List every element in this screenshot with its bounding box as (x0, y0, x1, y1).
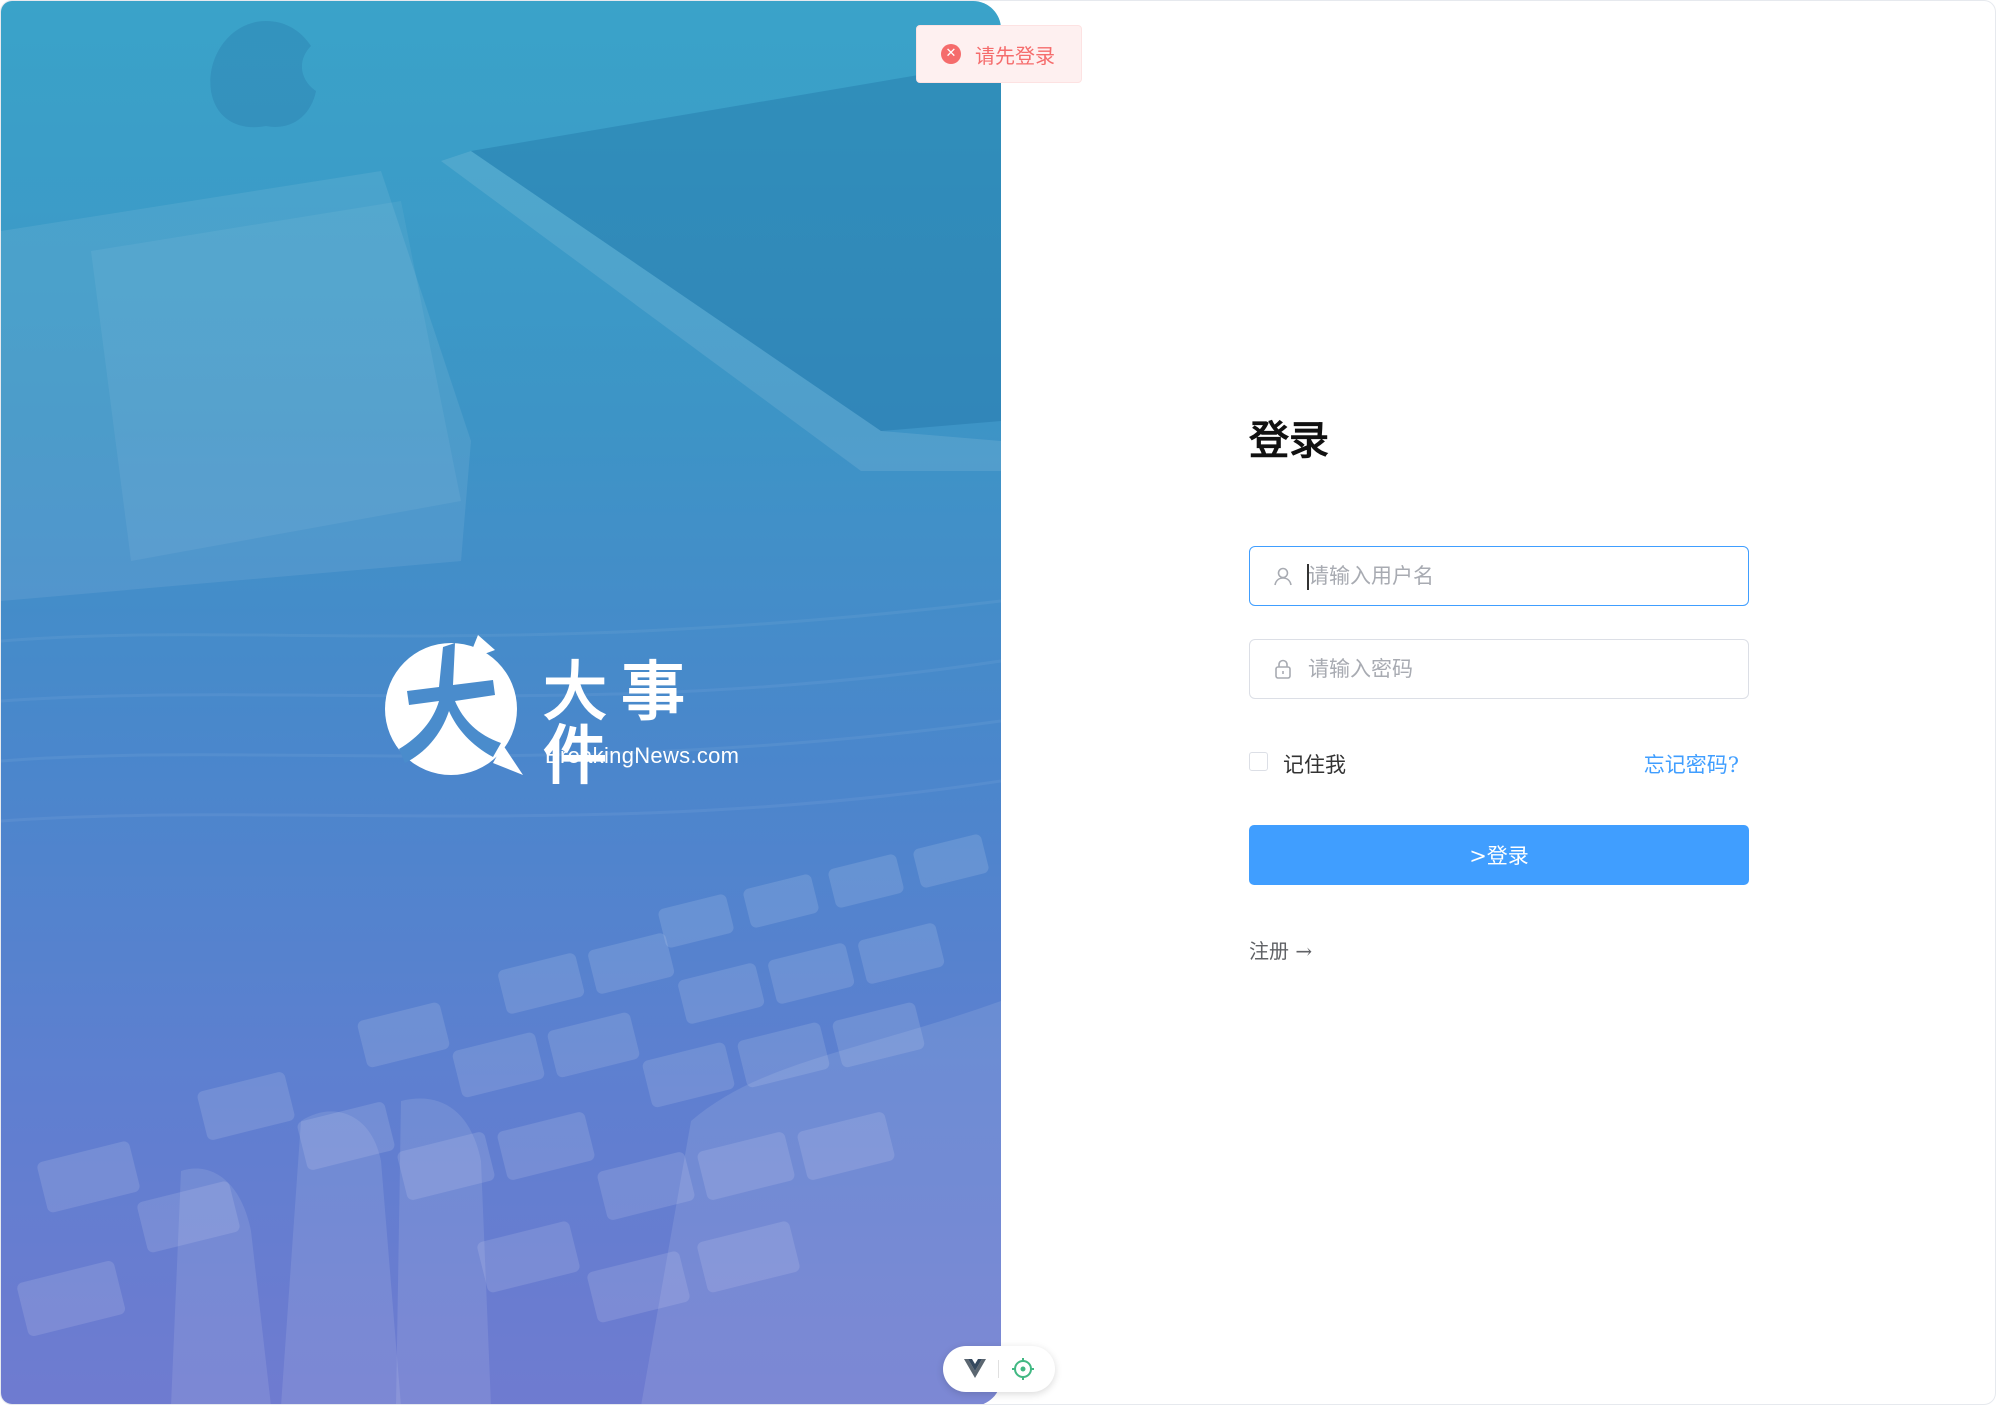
error-circle-icon: ✕ (941, 44, 961, 64)
username-field[interactable] (1249, 546, 1749, 606)
password-input[interactable] (1308, 657, 1748, 681)
forgot-password-link[interactable]: 忘记密码? (1644, 749, 1739, 779)
text-caret (1307, 564, 1309, 590)
username-input[interactable] (1308, 564, 1748, 588)
crosshair-icon[interactable] (1011, 1357, 1035, 1381)
remember-label[interactable]: 记住我 (1283, 749, 1346, 779)
devtools-divider (997, 1360, 999, 1378)
remember-checkbox[interactable] (1249, 752, 1268, 771)
devtools-pill[interactable] (943, 1346, 1055, 1392)
toast-message: 请先登录 (975, 43, 1055, 68)
login-title: 登录 (1249, 417, 1329, 464)
register-link[interactable]: 注册 → (1249, 935, 1312, 964)
remember-row: 记住我 忘记密码? (1249, 749, 1749, 779)
user-icon (1274, 567, 1292, 586)
vue-logo-icon[interactable] (963, 1359, 986, 1379)
breaking-news-logo-icon (385, 635, 523, 775)
brand-title: 大事件 (543, 655, 699, 794)
error-toast: ✕ 请先登录 (916, 25, 1082, 83)
brand-block: 大事件 BreakingNews.com (383, 625, 763, 789)
login-button[interactable]: >登录 (1249, 825, 1749, 885)
page-frame: 大事件 BreakingNews.com ✕ 请先登录 登录 请输入用户名 记住… (0, 0, 1996, 1405)
lock-icon (1275, 659, 1291, 679)
hero-panel: 大事件 BreakingNews.com (1, 1, 1001, 1404)
brand-subtitle: BreakingNews.com (545, 743, 740, 768)
login-form: 登录 记住我 忘记密码? >登录 注册 → (1249, 417, 1749, 963)
password-field[interactable] (1249, 639, 1749, 699)
